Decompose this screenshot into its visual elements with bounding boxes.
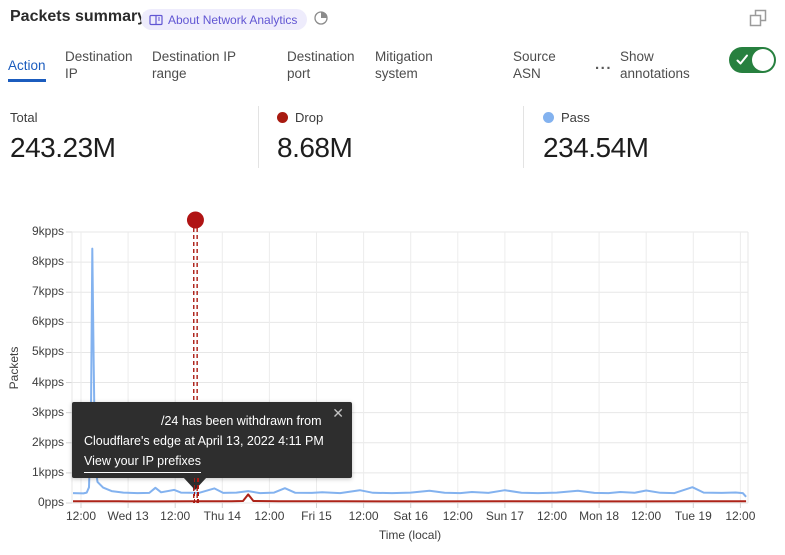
stat-value: 234.54M	[543, 132, 648, 164]
x-tick-label: 12:00	[714, 509, 766, 523]
tooltip-caret	[183, 477, 207, 490]
annotation-marker-dot[interactable]	[187, 212, 204, 229]
y-tick-label: 6kpps	[18, 314, 64, 328]
x-tick-label: Tue 19	[667, 509, 719, 523]
popout-icon[interactable]	[749, 9, 767, 27]
stat-value: 243.23M	[10, 132, 115, 164]
x-tick-label: 12:00	[55, 509, 107, 523]
show-annotations-label: Show annotations	[620, 48, 704, 82]
tab-destination-ip[interactable]: Destination IP	[65, 48, 143, 82]
y-tick-label: 1kpps	[18, 465, 64, 479]
x-tick-label: 12:00	[432, 509, 484, 523]
tab-mitigation-system[interactable]: Mitigation system	[375, 48, 445, 82]
y-tick-label: 4kpps	[18, 375, 64, 389]
stat-label: Pass	[561, 110, 590, 125]
y-tick-label: 3kpps	[18, 405, 64, 419]
y-tick-label: 8kpps	[18, 254, 64, 268]
x-tick-label: 12:00	[149, 509, 201, 523]
stat-value: 8.68M	[277, 132, 352, 164]
y-tick-label: 9kpps	[18, 224, 64, 238]
x-tick-label: Mon 18	[573, 509, 625, 523]
tab-action[interactable]: Action	[8, 57, 46, 82]
stat-divider	[523, 106, 524, 168]
y-tick-label: 0pps	[18, 495, 64, 509]
more-tabs-button[interactable]: ...	[595, 56, 612, 73]
tab-destination-ip-range[interactable]: Destination IP range	[152, 48, 250, 82]
packets-summary-panel: Packets summary About Network Analytics …	[0, 0, 785, 555]
stat-label: Drop	[295, 110, 323, 125]
toggle-knob	[752, 49, 774, 71]
dimension-tabs: Action Destination IP Destination IP ran…	[0, 46, 785, 82]
badge-label: About Network Analytics	[168, 13, 297, 27]
stats-row: Total 243.23M Drop 8.68M Pass 234.54M	[0, 104, 785, 170]
y-axis-title: Packets	[7, 318, 21, 418]
y-tick-label: 5kpps	[18, 344, 64, 358]
stat-pass: Pass 234.54M	[543, 110, 648, 164]
pass-legend-dot	[543, 112, 554, 123]
annotation-tooltip: ✕ /24 has been withdrawn from Cloudflare…	[72, 402, 352, 478]
x-tick-label: Sat 16	[385, 509, 437, 523]
tab-destination-port[interactable]: Destination port	[287, 48, 365, 82]
y-tick-label: 2kpps	[18, 435, 64, 449]
drop-legend-dot	[277, 112, 288, 123]
book-icon	[149, 13, 163, 27]
x-axis-title: Time (local)	[72, 528, 748, 542]
x-tick-label: 12:00	[338, 509, 390, 523]
tab-source-asn[interactable]: Source ASN	[513, 48, 565, 82]
x-tick-label: Sun 17	[479, 509, 531, 523]
x-tick-label: Thu 14	[196, 509, 248, 523]
x-tick-label: 12:00	[526, 509, 578, 523]
page-title: Packets summary	[10, 8, 146, 26]
x-tick-label: 12:00	[243, 509, 295, 523]
x-tick-label: 12:00	[620, 509, 672, 523]
stat-drop: Drop 8.68M	[277, 110, 352, 164]
about-network-analytics-badge[interactable]: About Network Analytics	[141, 9, 307, 30]
stat-divider	[258, 106, 259, 168]
tooltip-close-icon[interactable]: ✕	[332, 406, 344, 420]
x-tick-label: Fri 15	[291, 509, 343, 523]
check-icon	[736, 54, 749, 66]
view-ip-prefixes-link[interactable]: View your IP prefixes	[84, 451, 201, 473]
y-tick-label: 7kpps	[18, 284, 64, 298]
stat-label: Total	[10, 110, 37, 125]
pie-clock-icon[interactable]	[313, 10, 329, 26]
series-drop	[73, 494, 746, 501]
tooltip-message-line2: Cloudflare's edge at April 13, 2022 4:11…	[84, 431, 340, 451]
x-tick-label: Wed 13	[102, 509, 154, 523]
tooltip-message-line1: /24 has been withdrawn from	[84, 411, 340, 431]
annotations-toggle[interactable]	[729, 47, 776, 73]
stat-total: Total 243.23M	[10, 110, 115, 164]
